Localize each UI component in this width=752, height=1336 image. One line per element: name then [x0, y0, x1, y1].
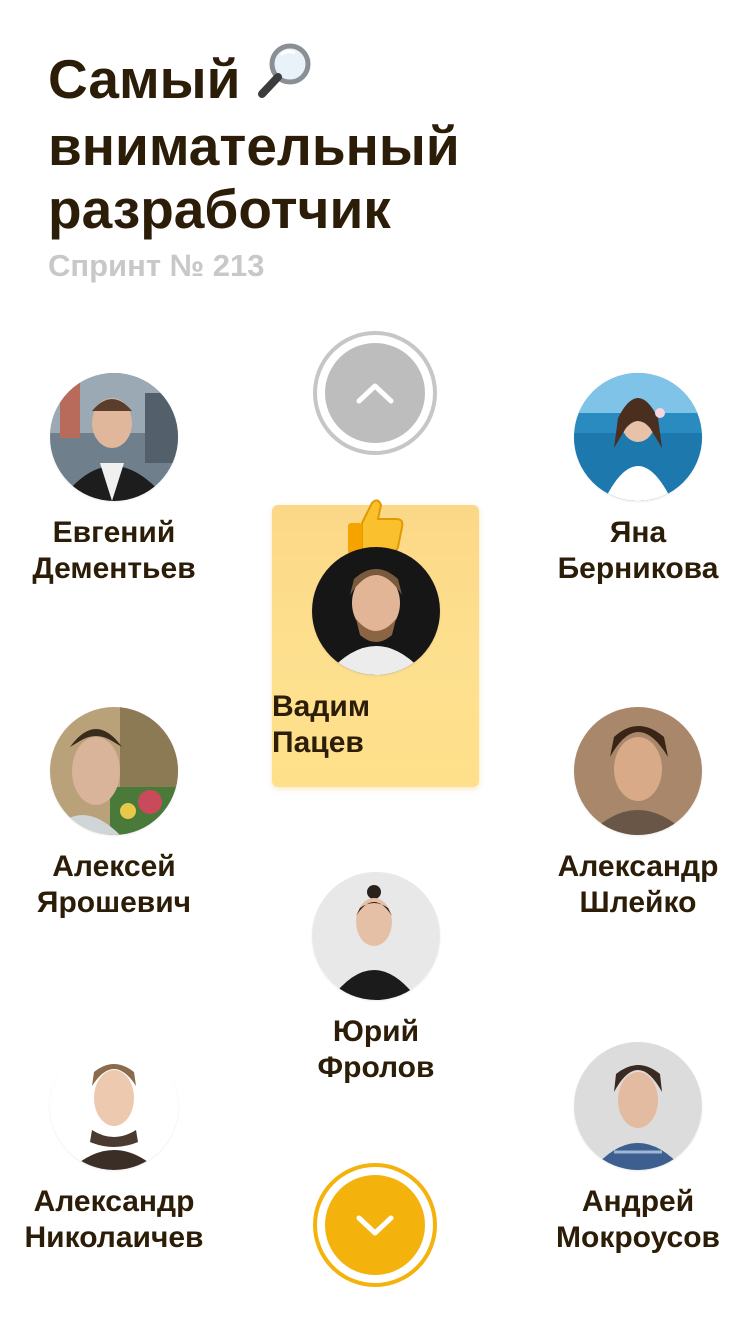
leader-last-name: Пацев [272, 726, 364, 759]
person-last-name: Дементьев [32, 552, 196, 585]
person-card[interactable]: Александр Николаичев [0, 1042, 234, 1256]
page-title: Самый внимательный разработчик [48, 40, 568, 241]
leader-card[interactable]: Вадим Пацев [272, 499, 479, 787]
person-last-name: Шлейко [579, 886, 697, 919]
person-first-name: Андрей [581, 1185, 695, 1218]
person-first-name: Евгений [52, 516, 176, 549]
person-last-name: Берникова [557, 552, 719, 585]
chevron-down-icon [356, 1215, 394, 1236]
person-first-name: Алексей [52, 850, 176, 883]
avatar [574, 373, 702, 501]
person-first-name: Александр [33, 1185, 195, 1218]
person-card[interactable]: Алексей Ярошевич [0, 707, 234, 921]
person-last-name: Фролов [317, 1051, 435, 1084]
person-card[interactable]: Юрий Фролов [256, 872, 496, 1086]
title-line-2: внимательный [48, 115, 460, 177]
sprint-label: Спринт № 213 [48, 248, 265, 283]
chevron-up-icon [356, 383, 394, 404]
avatar [574, 707, 702, 835]
title-line-3: разработчик [48, 178, 391, 240]
avatar [50, 1042, 178, 1170]
avatar [574, 1042, 702, 1170]
person-first-name: Александр [557, 850, 719, 883]
avatar [312, 872, 440, 1000]
avatar [50, 707, 178, 835]
person-card[interactable]: Александр Шлейко [518, 707, 752, 921]
scroll-up-button[interactable] [313, 331, 437, 455]
person-first-name: Юрий [332, 1015, 420, 1048]
title-line-1: Самый [48, 48, 241, 110]
person-card[interactable]: Андрей Мокроусов [518, 1042, 752, 1256]
leader-first-name: Вадим [272, 690, 371, 723]
person-card[interactable]: Яна Берникова [518, 373, 752, 587]
person-last-name: Ярошевич [36, 886, 192, 919]
person-card[interactable]: Евгений Дементьев [0, 373, 234, 587]
avatar [311, 547, 440, 675]
person-last-name: Мокроусов [556, 1221, 720, 1254]
magnifier-icon [254, 40, 316, 115]
person-first-name: Яна [609, 516, 667, 549]
avatar [50, 373, 178, 501]
person-last-name: Николаичев [24, 1221, 204, 1254]
scroll-down-button[interactable] [313, 1163, 437, 1287]
